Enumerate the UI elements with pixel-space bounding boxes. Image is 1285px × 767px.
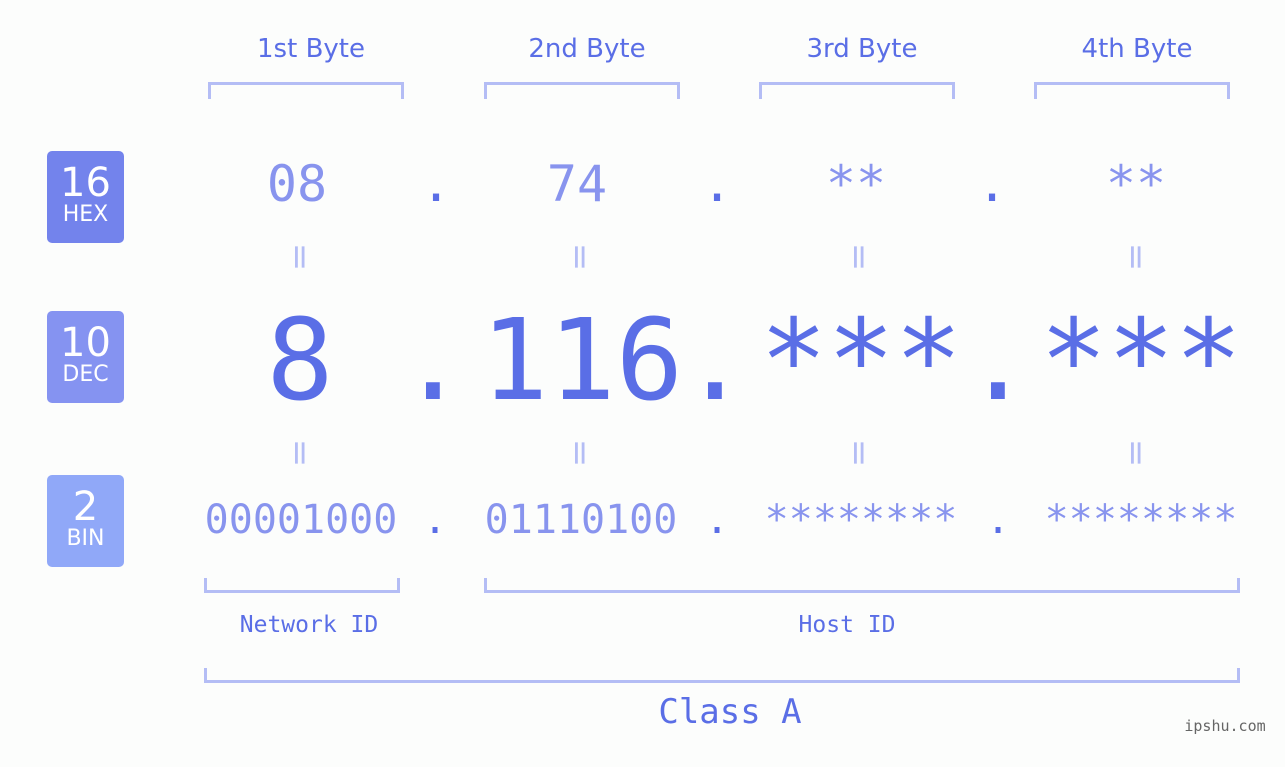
dec-dot-2: . [681, 296, 749, 426]
equals-icon: = [839, 438, 879, 468]
host-id-bracket [484, 578, 1240, 593]
bin-badge-number: 2 [72, 484, 99, 530]
header-byte-4: 4th Byte [1081, 34, 1193, 64]
bin-dot-1: . [422, 497, 448, 543]
header-byte-2: 2nd Byte [528, 34, 646, 64]
host-id-label: Host ID [798, 612, 896, 638]
byte-1-bracket [208, 82, 404, 99]
dec-badge-number: 10 [60, 320, 111, 366]
equals-icon: = [560, 242, 600, 272]
bin-badge-label: BIN [66, 526, 105, 551]
hex-dot-2: . [701, 155, 733, 213]
network-id-bracket [204, 578, 400, 593]
dec-badge: 10 DEC [47, 311, 124, 403]
equals-icon: = [839, 242, 879, 272]
dec-dot-3: . [964, 296, 1032, 426]
hex-dot-3: . [976, 155, 1008, 213]
hex-dot-1: . [420, 155, 452, 213]
bin-badge: 2 BIN [47, 475, 124, 567]
byte-4-bracket [1034, 82, 1230, 99]
bin-dot-2: . [704, 497, 730, 543]
dec-dot-1: . [399, 296, 467, 426]
watermark: ipshu.com [1184, 717, 1266, 735]
dec-badge-label: DEC [62, 362, 109, 387]
equals-icon: = [1116, 438, 1156, 468]
hex-badge: 16 HEX [47, 151, 124, 243]
header-byte-3: 3rd Byte [806, 34, 918, 64]
equals-icon: = [1116, 242, 1156, 272]
class-label: Class A [658, 692, 802, 732]
bin-dot-3: . [985, 497, 1011, 543]
equals-icon: = [280, 438, 320, 468]
header-byte-1: 1st Byte [257, 34, 365, 64]
network-id-label: Network ID [239, 612, 379, 638]
hex-badge-number: 16 [60, 160, 111, 206]
byte-3-bracket [759, 82, 955, 99]
equals-icon: = [560, 438, 600, 468]
hex-badge-label: HEX [62, 202, 109, 227]
equals-icon: = [280, 242, 320, 272]
byte-2-bracket [484, 82, 680, 99]
class-bracket [204, 668, 1240, 683]
